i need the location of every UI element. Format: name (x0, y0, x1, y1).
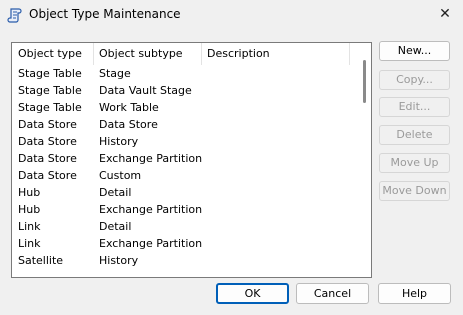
cell-object-subtype: Custom (99, 169, 142, 182)
cell-object-subtype: Stage (99, 67, 131, 80)
object-type-table[interactable]: Object type Object subtype Description S… (11, 42, 372, 278)
cell-object-type: Link (18, 237, 41, 250)
ok-button[interactable]: OK (216, 283, 289, 304)
table-row[interactable]: Stage Table Data Vault Stage (12, 82, 357, 99)
cell-object-subtype: Data Store (99, 118, 158, 131)
title-bar: Object Type Maintenance ✕ (0, 0, 463, 30)
table-row[interactable]: Hub Detail (12, 184, 357, 201)
table-row[interactable]: Link Exchange Partition (12, 235, 357, 252)
table-row[interactable]: Data Store Exchange Partition (12, 150, 357, 167)
cell-object-type: Data Store (18, 169, 77, 182)
delete-button[interactable]: Delete (379, 125, 450, 145)
cell-object-type: Hub (18, 203, 41, 216)
table-row[interactable]: Link Detail (12, 218, 357, 235)
cell-object-subtype: Data Vault Stage (99, 84, 192, 97)
cell-object-subtype: History (99, 254, 139, 267)
table-body: Stage Table Stage Stage Table Data Vault St… (12, 65, 357, 269)
table-row[interactable]: Stage Table Stage (12, 65, 357, 82)
cell-object-subtype: Detail (99, 220, 132, 233)
column-header-description[interactable]: Description (201, 43, 349, 65)
cell-object-subtype: Exchange Partition (99, 152, 203, 165)
cell-object-type: Data Store (18, 152, 77, 165)
cell-object-type: Data Store (18, 135, 77, 148)
table-row[interactable]: Data Store Custom (12, 167, 357, 184)
scroll-app-icon (7, 8, 22, 23)
table-header: Object type Object subtype Description (12, 43, 371, 65)
cell-object-subtype: Detail (99, 186, 132, 199)
new-button[interactable]: New... (379, 41, 450, 61)
table-row[interactable]: Satellite History (12, 252, 357, 269)
cell-object-subtype: Work Table (99, 101, 159, 114)
table-row[interactable]: Data Store History (12, 133, 357, 150)
table-row[interactable]: Data Store Data Store (12, 116, 357, 133)
edit-button[interactable]: Edit... (379, 97, 450, 117)
copy-button[interactable]: Copy... (379, 70, 450, 90)
cell-object-subtype: Exchange Partition (99, 237, 203, 250)
cell-object-type: Hub (18, 186, 41, 199)
window-title: Object Type Maintenance (29, 7, 181, 21)
close-icon[interactable]: ✕ (434, 4, 456, 24)
cell-object-type: Data Store (18, 118, 77, 131)
cell-object-type: Stage Table (18, 84, 82, 97)
table-row[interactable]: Hub Exchange Partition (12, 201, 357, 218)
help-button[interactable]: Help (378, 283, 451, 304)
table-row[interactable]: Stage Table Work Table (12, 99, 357, 116)
move-down-button[interactable]: Move Down (379, 181, 450, 201)
column-header-object-type[interactable]: Object type (12, 43, 93, 65)
cancel-button[interactable]: Cancel (296, 283, 369, 304)
column-header-object-subtype[interactable]: Object subtype (93, 43, 201, 65)
cell-object-type: Stage Table (18, 101, 82, 114)
cell-object-subtype: History (99, 135, 139, 148)
cell-object-type: Link (18, 220, 41, 233)
cell-object-subtype: Exchange Partition (99, 203, 203, 216)
vertical-scrollbar[interactable] (357, 43, 371, 277)
move-up-button[interactable]: Move Up (379, 153, 450, 173)
cell-object-type: Stage Table (18, 67, 82, 80)
cell-object-type: Satellite (18, 254, 64, 267)
scrollbar-thumb[interactable] (363, 60, 366, 103)
